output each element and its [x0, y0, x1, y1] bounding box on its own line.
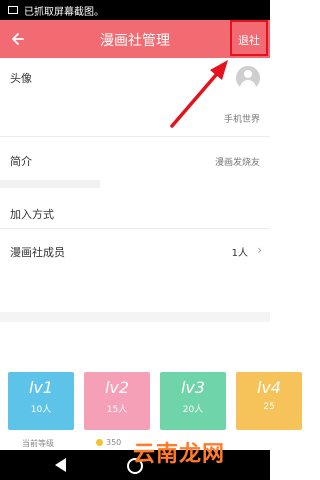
- current-level-label: 当前等级: [22, 439, 54, 448]
- coin-value: 350: [106, 438, 122, 447]
- members-label[interactable]: 漫画社成员: [10, 244, 65, 260]
- level-count: 20人: [182, 405, 204, 415]
- status-bar: 已抓取屏幕截图。: [0, 0, 270, 20]
- level-card[interactable]: lv4 25: [236, 372, 302, 430]
- level-title: lv1: [28, 378, 54, 397]
- chevron-right-icon[interactable]: ›: [257, 243, 262, 257]
- level-card[interactable]: lv2 15人: [84, 372, 150, 430]
- watermark-logo: 云南龙网: [133, 441, 226, 467]
- section-separator: [0, 312, 270, 322]
- divider: [0, 136, 270, 137]
- level-card[interactable]: lv3 20人: [160, 372, 226, 430]
- intro-label: 简介: [10, 155, 32, 168]
- coin-icon: [96, 439, 103, 446]
- annotation-highlight-box: [230, 20, 268, 56]
- nav-back-icon[interactable]: [55, 458, 66, 472]
- level-count: 15人: [106, 405, 128, 415]
- divider: [0, 228, 270, 229]
- level-count: 10人: [30, 405, 52, 415]
- level-title: lv3: [180, 378, 206, 397]
- section-gap: [0, 180, 100, 188]
- screenshot-icon: [8, 6, 18, 14]
- coin-cost: 350: [96, 438, 121, 447]
- intro-value: 漫画发烧友: [214, 158, 260, 168]
- level-count: 25: [263, 402, 275, 412]
- level-cards: lv1 10人 lv2 15人 lv3 20人 lv4 25: [8, 372, 302, 442]
- join-method-label[interactable]: 加入方式: [10, 206, 54, 222]
- default-avatar-icon[interactable]: [236, 66, 260, 90]
- level-title: lv4: [256, 378, 282, 397]
- avatar-label: 头像: [10, 72, 32, 85]
- level-card[interactable]: lv1 10人: [8, 372, 74, 430]
- members-count: 1人: [231, 248, 248, 259]
- level-title: lv2: [104, 378, 130, 397]
- status-notification: 已抓取屏幕截图。: [24, 6, 104, 18]
- club-name: 手机世界: [223, 115, 260, 125]
